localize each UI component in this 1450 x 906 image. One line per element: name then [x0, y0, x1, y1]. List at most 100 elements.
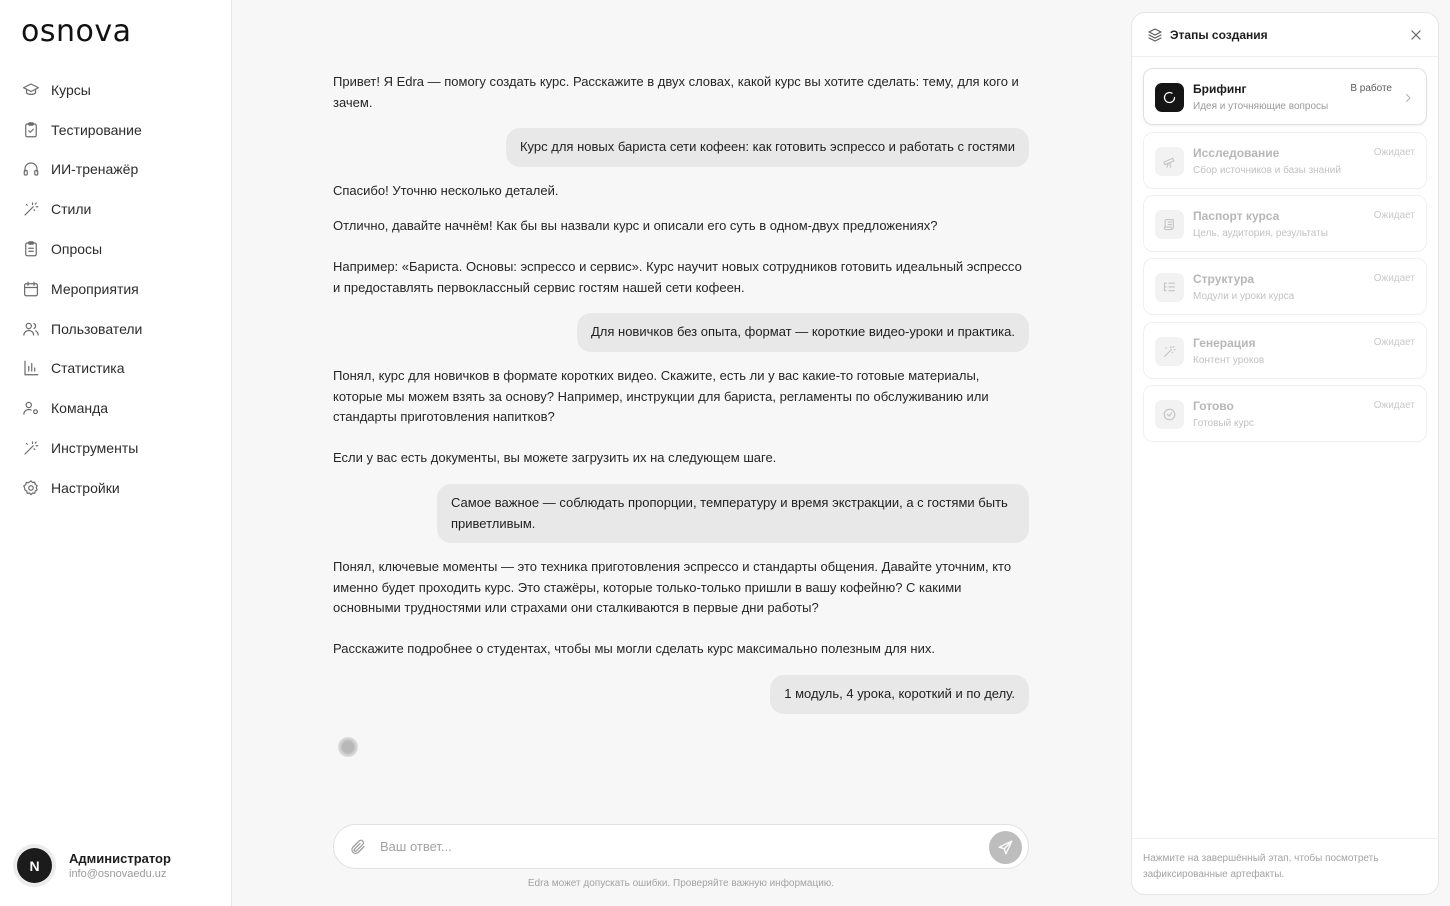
typing-indicator — [338, 737, 358, 757]
user-info: Администратор info@osnovaedu.uz — [69, 850, 171, 882]
headphones-icon — [22, 160, 40, 178]
message-text: Курс для новых бариста сети кофеен: как … — [519, 139, 1015, 154]
sidebar: osnova Курсы Тестирование ИИ-тренажёр Ст… — [0, 0, 232, 906]
graduation-cap-icon — [22, 81, 40, 99]
chevron-right-icon — [1402, 91, 1414, 103]
stage-status: Ожидает — [1373, 210, 1415, 221]
user-message: Курс для новых бариста сети кофеен: как … — [505, 128, 1029, 167]
message-text: Понял, курс для новичков в формате корот… — [333, 368, 989, 424]
panel-title: Этапы создания — [1170, 27, 1268, 42]
message-text: Самое важное — соблюдать пропорции, темп… — [451, 495, 1008, 531]
users-icon — [22, 320, 40, 338]
sidebar-item-label: Опросы — [51, 241, 103, 258]
sidebar-item-label: Статистика — [51, 360, 125, 377]
sidebar-item-label: Настройки — [51, 479, 120, 496]
sidebar-item-settings[interactable]: Настройки — [0, 468, 231, 508]
stage-done[interactable]: Готово Готовый курс Ожидает — [1143, 385, 1427, 442]
sidebar-item-label: Мероприятия — [51, 280, 139, 297]
panel-footer-hint: Нажмите на завершённый этап, чтобы посмо… — [1132, 838, 1438, 894]
stage-course-passport[interactable]: Паспорт курса Цель, аудитория, результат… — [1143, 195, 1427, 252]
stage-name: Готово — [1193, 399, 1234, 413]
app-logo[interactable]: osnova — [21, 14, 132, 49]
sidebar-item-tools[interactable]: Инструменты — [0, 428, 231, 468]
stage-research[interactable]: Исследование Сбор источников и базы знан… — [1143, 132, 1427, 189]
user-profile[interactable]: N Администратор info@osnovaedu.uz — [17, 848, 171, 883]
sidebar-item-statistics[interactable]: Статистика — [0, 349, 231, 389]
sidebar-item-surveys[interactable]: Опросы — [0, 229, 231, 269]
stage-name: Паспорт курса — [1193, 209, 1280, 223]
stage-briefing[interactable]: Брифинг Идея и уточняющие вопросы В рабо… — [1143, 68, 1427, 125]
stage-status: Ожидает — [1373, 337, 1415, 348]
panel-header: Этапы создания — [1132, 13, 1438, 57]
user-message: Самое важное — соблюдать пропорции, темп… — [437, 484, 1029, 543]
stage-generation[interactable]: Генерация Контент уроков Ожидает — [1143, 322, 1427, 379]
message-text: Спасибо! Уточню несколько деталей. — [333, 183, 559, 198]
stage-status: Ожидает — [1373, 273, 1415, 284]
paperclip-icon[interactable] — [349, 838, 367, 856]
sidebar-item-styles[interactable]: Стили — [0, 189, 231, 229]
sidebar-item-label: Курсы — [51, 81, 91, 98]
message-composer — [333, 824, 1029, 869]
bot-message: Спасибо! Уточню несколько деталей. — [333, 181, 1023, 202]
message-text: Если у вас есть документы, вы можете заг… — [333, 450, 777, 465]
sparkle-wand-icon — [1155, 337, 1184, 366]
close-icon[interactable] — [1409, 28, 1423, 42]
stage-status: Ожидает — [1373, 400, 1415, 411]
stage-description: Контент уроков — [1193, 355, 1265, 366]
scroll-icon — [1155, 210, 1184, 239]
clipboard-list-icon — [22, 240, 40, 258]
message-text: Привет! Я Edra — помогу создать курс. Ра… — [333, 74, 1019, 110]
creation-stages-panel: Этапы создания Брифинг Идея и уточняющие… — [1131, 12, 1439, 895]
wand-tools-icon — [22, 439, 40, 457]
sidebar-item-users[interactable]: Пользователи — [0, 309, 231, 349]
message-text: Для новичков без опыта, формат — коротки… — [590, 324, 1015, 339]
stage-name: Брифинг — [1193, 82, 1247, 96]
stage-description: Цель, аудитория, результаты — [1193, 228, 1328, 239]
user-name: Администратор — [69, 850, 171, 866]
send-icon — [997, 839, 1014, 856]
stage-name: Исследование — [1193, 146, 1280, 160]
gear-icon — [22, 479, 40, 497]
message-text: Расскажите подробнее о студентах, чтобы … — [333, 641, 935, 656]
sidebar-item-events[interactable]: Мероприятия — [0, 269, 231, 309]
answer-input[interactable] — [380, 825, 980, 868]
sidebar-item-courses[interactable]: Курсы — [0, 70, 231, 110]
calendar-icon — [22, 280, 40, 298]
bot-message: Понял, ключевые моменты — это техника пр… — [333, 557, 1023, 660]
stage-name: Структура — [1193, 272, 1255, 286]
stage-description: Сбор источников и базы знаний — [1193, 165, 1341, 176]
sidebar-item-label: Инструменты — [51, 440, 139, 457]
avatar[interactable]: N — [17, 848, 52, 883]
message-text: Например: «Бариста. Основы: эспрессо и с… — [333, 259, 1022, 295]
clipboard-check-icon — [22, 121, 40, 139]
spinner-icon — [1155, 83, 1184, 112]
stage-description: Идея и уточняющие вопросы — [1193, 101, 1329, 112]
user-message: Для новичков без опыта, формат — коротки… — [576, 313, 1029, 352]
message-text: 1 модуль, 4 урока, короткий и по делу. — [784, 686, 1015, 701]
stage-status: В работе — [1350, 83, 1392, 94]
sidebar-nav: Курсы Тестирование ИИ-тренажёр Стили Опр… — [0, 70, 231, 508]
check-circle-icon — [1155, 400, 1184, 429]
send-button[interactable] — [989, 831, 1022, 864]
sidebar-item-label: Команда — [51, 400, 109, 417]
stage-description: Готовый курс — [1193, 418, 1254, 429]
magic-wand-icon — [22, 200, 40, 218]
user-message: 1 модуль, 4 урока, короткий и по делу. — [770, 675, 1029, 714]
stage-name: Генерация — [1193, 336, 1256, 350]
sidebar-item-label: Стили — [51, 201, 92, 218]
bot-message: Отлично, давайте начнём! Как бы вы назва… — [333, 216, 1023, 298]
sidebar-item-testing[interactable]: Тестирование — [0, 110, 231, 150]
message-text: Понял, ключевые моменты — это техника пр… — [333, 559, 1012, 615]
layers-icon — [1147, 27, 1163, 43]
sidebar-item-label: ИИ-тренажёр — [51, 161, 139, 178]
bot-message: Понял, курс для новичков в формате корот… — [333, 366, 1023, 469]
sidebar-item-ai-trainer[interactable]: ИИ-тренажёр — [0, 150, 231, 190]
sidebar-item-label: Тестирование — [51, 121, 142, 138]
stage-structure[interactable]: Структура Модули и уроки курса Ожидает — [1143, 258, 1427, 315]
bar-chart-icon — [22, 359, 40, 377]
bot-message: Привет! Я Edra — помогу создать курс. Ра… — [333, 72, 1023, 113]
stage-status: Ожидает — [1373, 147, 1415, 158]
sidebar-item-team[interactable]: Команда — [0, 388, 231, 428]
disclaimer: Edra может допускать ошибки. Проверяйте … — [527, 878, 835, 889]
telescope-icon — [1155, 147, 1184, 176]
